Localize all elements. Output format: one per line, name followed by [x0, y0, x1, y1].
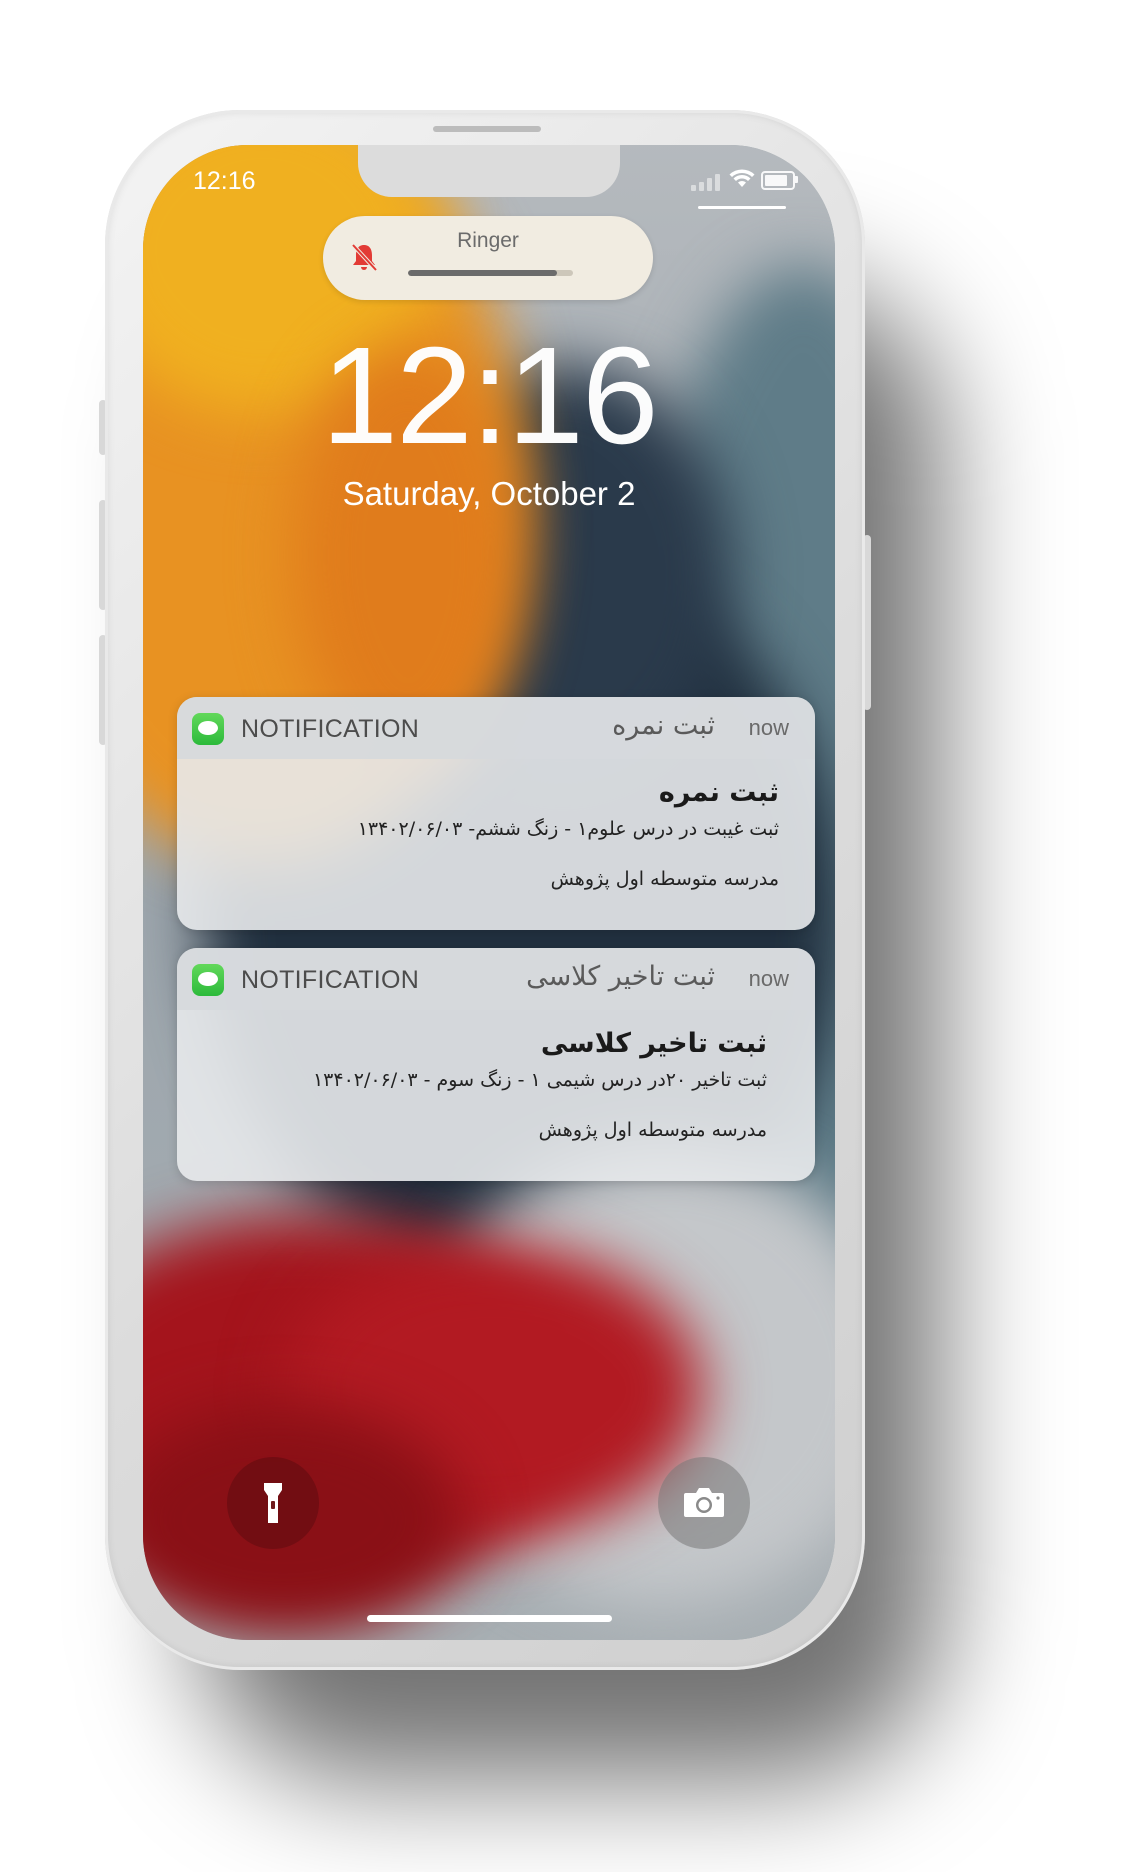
camera-icon	[684, 1488, 724, 1517]
notification-card[interactable]: NOTIFICATION ثبت تاخیر کلاسی now ثبت تاخ…	[177, 948, 815, 1181]
page: 12:16 Ringer 12:16 Saturday, October 2 N…	[0, 0, 1123, 1872]
notification-text: ثبت تاخیر ۲۰در درس شیمی ۱ - زنگ سوم - ۱۳…	[312, 1069, 767, 1091]
home-indicator[interactable]	[367, 1615, 612, 1622]
messages-icon	[192, 713, 224, 745]
ringer-volume-fill	[408, 270, 557, 276]
notification-text: ثبت غیبت در درس علوم۱ - زنگ ششم- ۱۳۴۰۲/۰…	[357, 818, 779, 840]
notification-body: ثبت نمره ثبت غیبت در درس علوم۱ - زنگ ششم…	[358, 777, 779, 890]
notification-card[interactable]: NOTIFICATION ثبت نمره now ثبت نمره ثبت غ…	[177, 697, 815, 930]
control-center-indicator[interactable]	[698, 206, 786, 209]
notification-header-title: ثبت تاخیر کلاسی	[526, 961, 715, 992]
ringer-indicator: Ringer	[323, 216, 653, 300]
flashlight-button[interactable]	[227, 1457, 319, 1549]
notification-header-title: ثبت نمره	[612, 710, 715, 741]
notification-school: مدرسه متوسطه اول پژوهش	[550, 868, 779, 890]
notification-title: ثبت تاخیر کلاسی	[540, 1028, 767, 1059]
flashlight-icon	[264, 1483, 282, 1523]
lock-screen-date: Saturday, October 2	[342, 475, 636, 512]
speaker-grille	[433, 126, 541, 132]
wifi-icon	[729, 169, 755, 187]
status-bar-icons	[691, 169, 801, 191]
battery-tip	[795, 176, 798, 183]
notification-app-name: NOTIFICATION	[241, 715, 420, 743]
camera-button[interactable]	[658, 1457, 750, 1549]
battery-icon	[761, 171, 795, 190]
lock-screen-clock: 12:16	[321, 319, 658, 473]
notification-app-name: NOTIFICATION	[241, 966, 420, 994]
notch	[358, 145, 620, 197]
notification-time: now	[748, 966, 789, 991]
notification-title: ثبت نمره	[658, 777, 779, 808]
notification-header: NOTIFICATION ثبت تاخیر کلاسی now	[177, 948, 815, 1010]
messages-icon	[192, 964, 224, 996]
notification-school: مدرسه متوسطه اول پژوهش	[538, 1119, 767, 1141]
ringer-label: Ringer	[457, 229, 519, 252]
ringer-volume-bar	[408, 270, 573, 276]
notification-time: now	[748, 715, 789, 740]
status-bar-time: 12:16	[193, 167, 256, 195]
lock-screen: 12:16 Ringer 12:16 Saturday, October 2 N…	[143, 145, 835, 1640]
notification-header: NOTIFICATION ثبت نمره now	[177, 697, 815, 759]
notification-body: ثبت تاخیر کلاسی ثبت تاخیر ۲۰در درس شیمی …	[313, 1028, 767, 1141]
